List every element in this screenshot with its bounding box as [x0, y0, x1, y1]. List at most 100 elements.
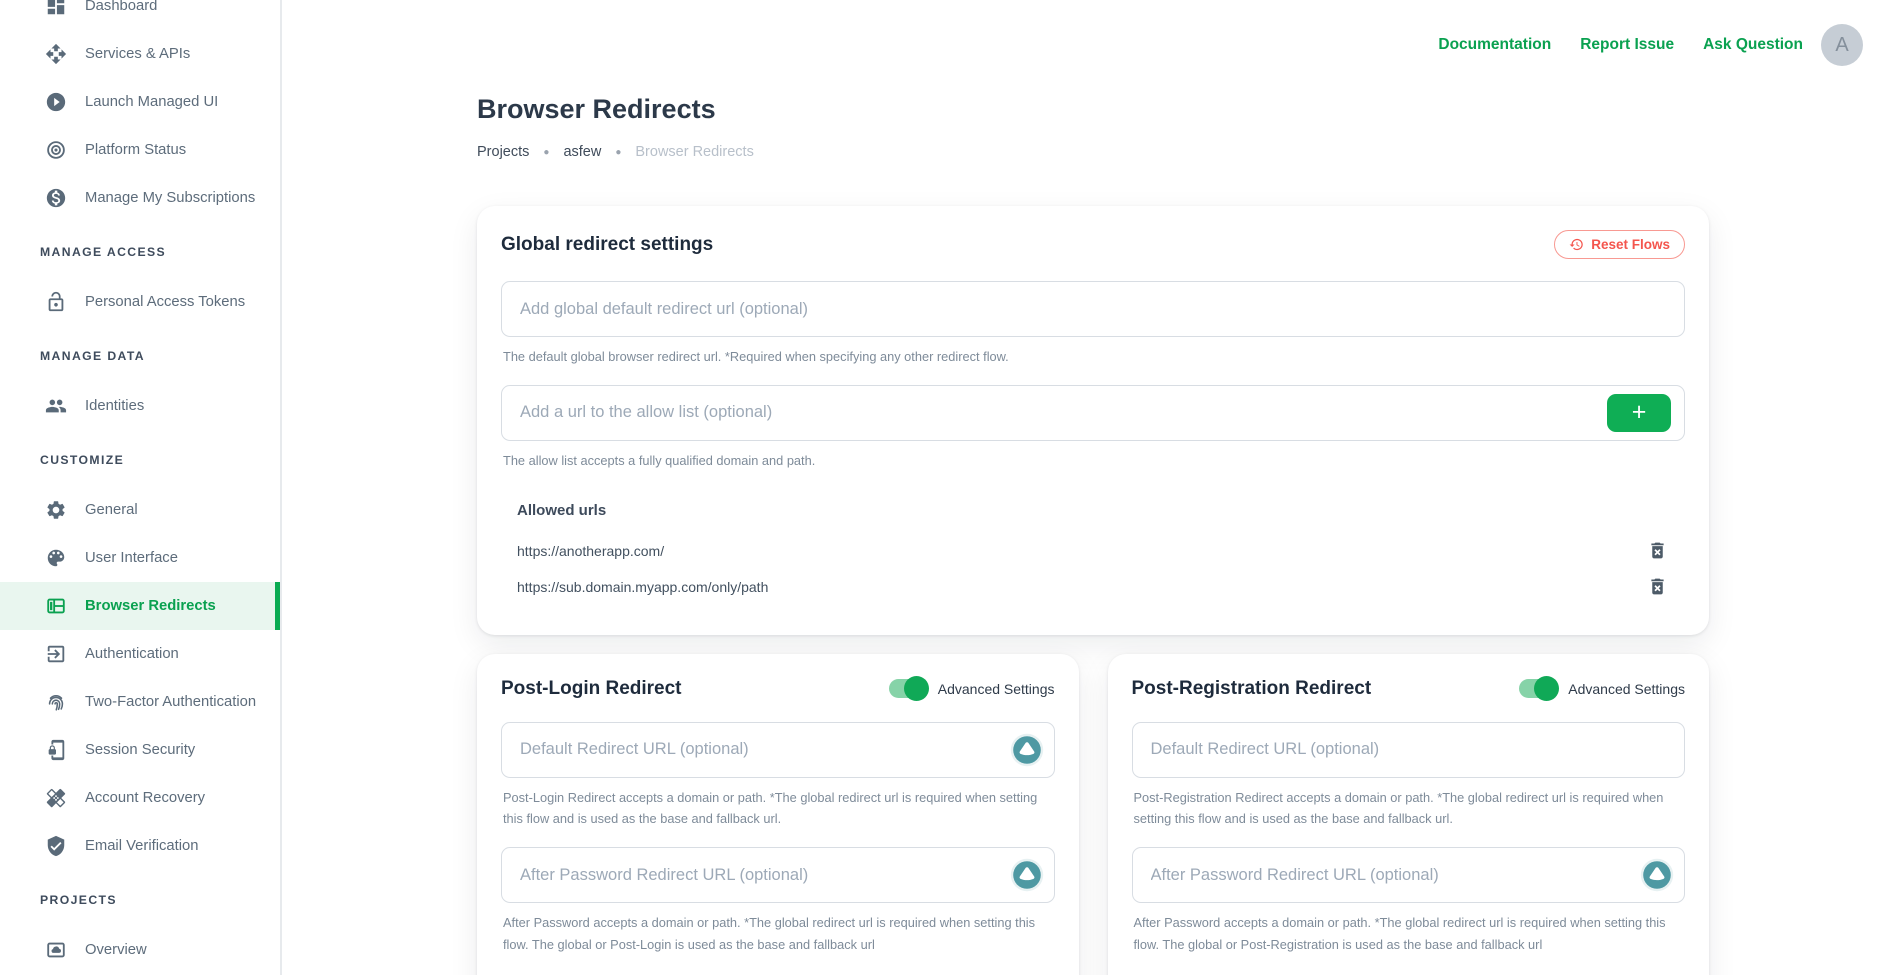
global-default-redirect-helper: The default global browser redirect url.…	[503, 346, 1683, 368]
allow-list-url-input[interactable]	[501, 385, 1685, 441]
sidebar-item-two-factor[interactable]: Two-Factor Authentication	[0, 678, 280, 726]
sidebar-item-label: Platform Status	[85, 142, 186, 158]
sidebar-item-platform-status[interactable]: Platform Status	[0, 126, 280, 174]
sidebar-item-email-verification[interactable]: Email Verification	[0, 822, 280, 870]
post-login-default-url-input[interactable]	[501, 722, 1055, 778]
add-url-button[interactable]: +	[1607, 394, 1671, 432]
allowed-urls-title: Allowed urls	[517, 502, 1685, 519]
breadcrumb-separator: ●	[543, 147, 549, 158]
sidebar-section-manage-access: MANAGE ACCESS	[0, 238, 280, 266]
breadcrumb-separator: ●	[615, 147, 621, 158]
post-login-title: Post-Login Redirect	[501, 678, 682, 700]
sidebar-item-label: Session Security	[85, 742, 195, 758]
play-circle-icon	[44, 90, 68, 114]
global-redirect-settings-card: Global redirect settings Reset Flows The…	[477, 206, 1709, 635]
sidebar-item-account-recovery[interactable]: Account Recovery	[0, 774, 280, 822]
report-issue-link[interactable]: Report Issue	[1580, 36, 1674, 54]
sidebar-item-label: Launch Managed UI	[85, 94, 218, 110]
history-icon	[1569, 237, 1584, 252]
global-default-redirect-url-input[interactable]	[501, 281, 1685, 337]
sidebar-section-customize: CUSTOMIZE	[0, 446, 280, 474]
page-title: Browser Redirects	[477, 94, 1709, 125]
password-manager-icon[interactable]	[1640, 858, 1674, 892]
sidebar-item-label: Dashboard	[85, 0, 157, 14]
sidebar-item-label: Two-Factor Authentication	[85, 694, 256, 710]
post-registration-after-password-url-input[interactable]	[1132, 847, 1686, 903]
password-manager-icon[interactable]	[1010, 858, 1044, 892]
gear-icon	[44, 498, 68, 522]
phone-lock-icon	[44, 738, 68, 762]
trash-x-icon	[1647, 540, 1669, 561]
sidebar-item-general[interactable]: General	[0, 486, 280, 534]
sidebar-item-label: Browser Redirects	[85, 598, 216, 614]
post-registration-default-url-input[interactable]	[1132, 722, 1686, 778]
sidebar-item-label: User Interface	[85, 550, 178, 566]
breadcrumb-project-name[interactable]: asfew	[563, 144, 601, 160]
sidebar: Dashboard Services & APIs Launch Managed…	[0, 0, 282, 975]
delete-url-button[interactable]	[1647, 540, 1669, 562]
post-registration-default-helper: Post-Registration Redirect accepts a dom…	[1134, 787, 1684, 831]
breadcrumb-projects[interactable]: Projects	[477, 144, 529, 160]
delete-url-button[interactable]	[1647, 576, 1669, 598]
sidebar-item-label: Services & APIs	[85, 46, 190, 62]
sidebar-item-launch-managed-ui[interactable]: Launch Managed UI	[0, 78, 280, 126]
status-radar-icon	[44, 138, 68, 162]
breadcrumb: Projects ● asfew ● Browser Redirects	[477, 144, 1709, 160]
lock-open-icon	[44, 290, 68, 314]
trash-x-icon	[1647, 576, 1669, 597]
sidebar-item-label: Account Recovery	[85, 790, 205, 806]
people-icon	[44, 394, 68, 418]
post-login-after-password-helper: After Password accepts a domain or path.…	[503, 912, 1053, 956]
advanced-settings-label: Advanced Settings	[938, 681, 1055, 697]
post-registration-title: Post-Registration Redirect	[1132, 678, 1372, 700]
post-login-default-helper: Post-Login Redirect accepts a domain or …	[503, 787, 1053, 831]
reset-flows-label: Reset Flows	[1591, 237, 1670, 252]
sidebar-item-label: Authentication	[85, 646, 179, 662]
sidebar-item-browser-redirects[interactable]: Browser Redirects	[0, 582, 280, 630]
sidebar-item-session-security[interactable]: Session Security	[0, 726, 280, 774]
login-icon	[44, 642, 68, 666]
sidebar-item-label: Overview	[85, 942, 147, 958]
sidebar-item-services-apis[interactable]: Services & APIs	[0, 30, 280, 78]
advanced-settings-label: Advanced Settings	[1568, 681, 1685, 697]
allowed-url-text: https://sub.domain.myapp.com/only/path	[517, 579, 768, 595]
allowed-url-row: https://anotherapp.com/	[517, 535, 1685, 567]
sidebar-section-projects: PROJECTS	[0, 886, 280, 914]
sidebar-item-dashboard[interactable]: Dashboard	[0, 0, 280, 30]
sidebar-item-label: Identities	[85, 398, 144, 414]
dollar-circle-icon	[44, 186, 68, 210]
dashboard-icon	[44, 0, 68, 18]
post-registration-after-password-helper: After Password accepts a domain or path.…	[1134, 912, 1684, 956]
reset-flows-button[interactable]: Reset Flows	[1554, 230, 1685, 259]
post-registration-advanced-toggle[interactable]	[1519, 679, 1556, 698]
plus-icon: +	[1632, 400, 1647, 425]
sidebar-section-manage-data: MANAGE DATA	[0, 342, 280, 370]
password-manager-icon[interactable]	[1010, 733, 1044, 767]
sidebar-item-identities[interactable]: Identities	[0, 382, 280, 430]
allow-list-helper: The allow list accepts a fully qualified…	[503, 450, 1683, 472]
global-card-title: Global redirect settings	[501, 234, 713, 256]
sidebar-item-authentication[interactable]: Authentication	[0, 630, 280, 678]
documentation-link[interactable]: Documentation	[1438, 36, 1551, 54]
post-login-advanced-toggle[interactable]	[889, 679, 926, 698]
sidebar-item-personal-access-tokens[interactable]: Personal Access Tokens	[0, 278, 280, 326]
services-icon	[44, 42, 68, 66]
topbar: Documentation Report Issue Ask Question …	[1409, 24, 1863, 66]
content: Browser Redirects Projects ● asfew ● Bro…	[477, 0, 1709, 975]
browser-window-icon	[44, 594, 68, 618]
post-login-after-password-url-input[interactable]	[501, 847, 1055, 903]
allowed-url-text: https://anotherapp.com/	[517, 543, 664, 559]
sidebar-item-label: General	[85, 502, 138, 518]
allowed-url-row: https://sub.domain.myapp.com/only/path	[517, 571, 1685, 603]
post-login-redirect-card: Post-Login Redirect Advanced Settings Po…	[477, 654, 1079, 975]
sidebar-item-user-interface[interactable]: User Interface	[0, 534, 280, 582]
ask-question-link[interactable]: Ask Question	[1703, 36, 1803, 54]
sidebar-item-label: Email Verification	[85, 838, 199, 854]
sidebar-item-manage-subscriptions[interactable]: Manage My Subscriptions	[0, 174, 280, 222]
sidebar-item-overview[interactable]: Overview	[0, 926, 280, 974]
sidebar-item-label: Manage My Subscriptions	[85, 190, 255, 206]
sidebar-item-label: Personal Access Tokens	[85, 294, 245, 310]
post-registration-redirect-card: Post-Registration Redirect Advanced Sett…	[1108, 654, 1710, 975]
avatar[interactable]: A	[1821, 24, 1863, 66]
bandage-icon	[44, 786, 68, 810]
